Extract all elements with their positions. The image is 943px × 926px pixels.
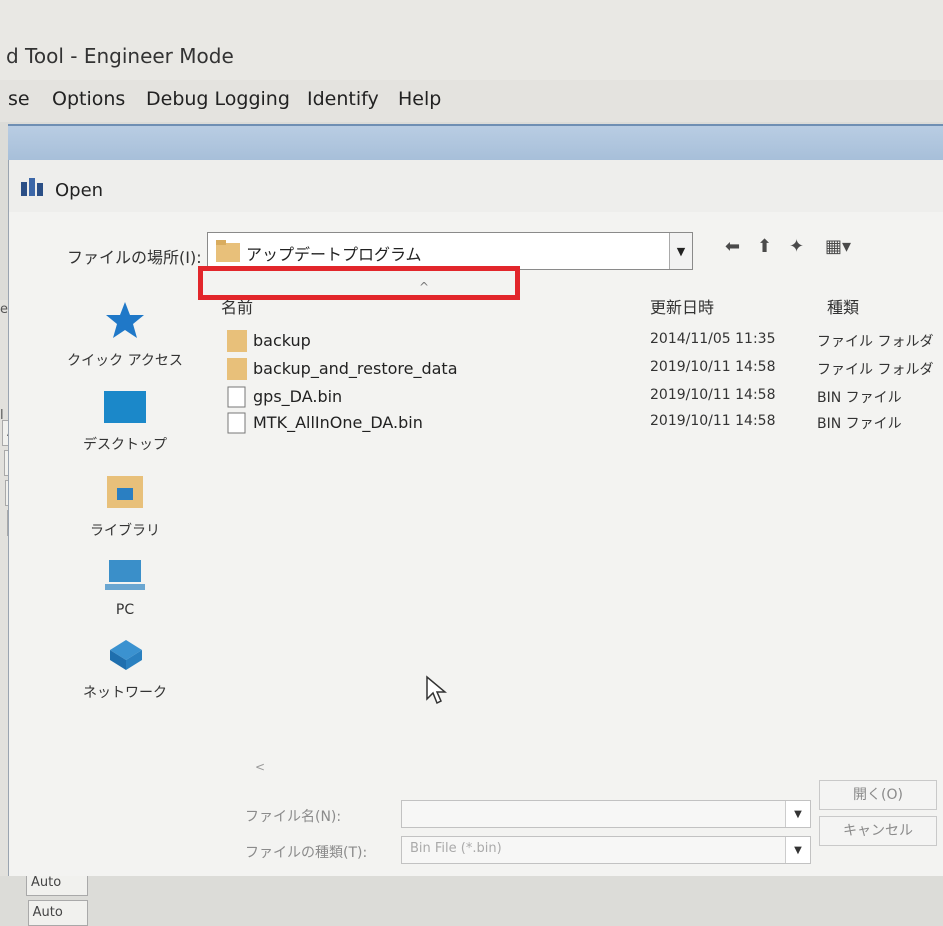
desktop-icon: [104, 391, 146, 423]
network-icon: [110, 640, 142, 670]
app-titlebar: [0, 0, 943, 80]
up-folder-icon[interactable]: ⬆: [757, 236, 772, 257]
menubar: se Options Debug Logging Identify Help: [0, 80, 943, 122]
folder-icon: [227, 330, 247, 352]
file-icon: [227, 412, 246, 434]
file-row-backup-and-restore-data[interactable]: backup_and_restore_data 2019/10/11 14:58…: [207, 356, 943, 384]
star-icon: [106, 302, 144, 338]
view-menu-icon[interactable]: ▦▾: [825, 236, 851, 257]
place-quick-access[interactable]: クイック アクセス: [49, 300, 201, 370]
look-in-value: アップデートプログラム: [246, 245, 422, 264]
place-library[interactable]: ライブラリ: [49, 472, 201, 540]
place-pc[interactable]: PC: [49, 558, 201, 618]
scroll-left-icon[interactable]: <: [255, 760, 265, 774]
back-arrow-icon[interactable]: ⬅: [725, 236, 740, 257]
menu-item-file[interactable]: se: [8, 88, 30, 110]
file-icon: [227, 386, 246, 408]
file-type-select[interactable]: Bin File (*.bin) ▼: [401, 836, 811, 864]
file-name-label: ファイル名(N):: [245, 809, 342, 825]
chevron-down-icon[interactable]: ▼: [785, 837, 810, 863]
menu-item-options[interactable]: Options: [52, 88, 125, 110]
file-row-backup[interactable]: backup 2014/11/05 11:35 ファイル フォルダ: [207, 328, 943, 356]
menu-item-help[interactable]: Help: [398, 88, 441, 110]
place-desktop[interactable]: デスクトップ: [49, 390, 201, 454]
file-name-input[interactable]: ▼: [401, 800, 811, 828]
file-row-mtk-allinone-da-bin[interactable]: MTK_AllInOne_DA.bin 2019/10/11 14:58 BIN…: [207, 410, 943, 438]
app-title: d Tool - Engineer Mode: [6, 44, 234, 68]
menu-item-identify[interactable]: Identify: [307, 88, 379, 110]
cancel-button[interactable]: キャンセル: [819, 816, 937, 846]
places-bar: クイック アクセス デスクトップ ライブラリ PC ネットワーク: [49, 300, 201, 730]
new-folder-icon[interactable]: ✦: [789, 236, 804, 257]
library-icon: [107, 476, 143, 508]
file-row-gps-da-bin[interactable]: gps_DA.bin 2019/10/11 14:58 BIN ファイル: [207, 384, 943, 412]
background-row: Auto: [27, 900, 88, 926]
chevron-down-icon[interactable]: ▼: [669, 233, 692, 269]
red-highlight-box: [198, 266, 520, 300]
file-type-label: ファイルの種類(T):: [245, 845, 368, 861]
open-button[interactable]: 開く(O): [819, 780, 937, 810]
folder-icon: [227, 358, 247, 380]
file-list: ^ 名前 更新日時 種類 backup 2014/11/05 11:35 ファイ…: [207, 280, 943, 770]
place-network[interactable]: ネットワーク: [49, 636, 201, 702]
look-in-label: ファイルの場所(I):: [67, 248, 202, 267]
dialog-title: Open: [55, 180, 104, 201]
look-in-combo[interactable]: アップデートプログラム ▼: [207, 232, 693, 270]
chevron-down-icon[interactable]: ▼: [785, 801, 810, 827]
dialog-titlebar: [9, 160, 943, 212]
mouse-cursor-icon: [426, 675, 447, 705]
column-header-type[interactable]: 種類: [827, 294, 859, 318]
folder-icon: [216, 240, 240, 262]
menu-item-debug-logging[interactable]: Debug Logging: [146, 88, 290, 110]
column-header-date[interactable]: 更新日時: [650, 294, 714, 318]
computer-icon: [105, 560, 145, 590]
app-toolbar-strip: [8, 124, 943, 160]
dialog-app-icon: [21, 178, 43, 196]
